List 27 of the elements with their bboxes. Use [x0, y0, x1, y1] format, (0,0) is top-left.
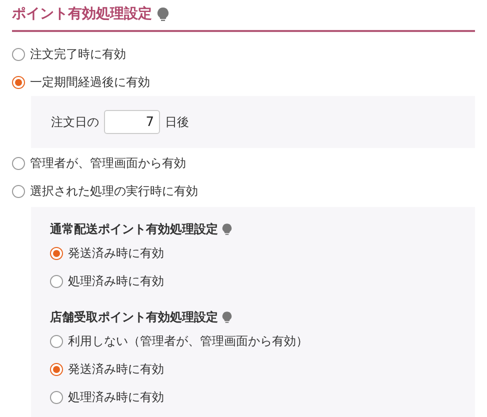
option-label: 処理済み時に有効: [68, 388, 164, 406]
days-input[interactable]: 7: [104, 110, 160, 134]
group-title: 店舗受取ポイント有効処理設定: [50, 308, 218, 326]
radio-button[interactable]: [50, 334, 63, 348]
option-label: 一定期間経過後に有効: [30, 74, 150, 90]
field-label: 注文日の: [51, 114, 99, 130]
field-suffix: 日後: [165, 114, 189, 130]
hint-icon[interactable]: [222, 223, 232, 235]
option-label: 注文完了時に有効: [30, 46, 126, 62]
hint-icon[interactable]: [222, 311, 232, 323]
option-label: 管理者が、管理画面から有効: [30, 154, 186, 172]
radio-button[interactable]: [12, 48, 25, 60]
radio-button[interactable]: [50, 274, 63, 288]
hint-icon[interactable]: [157, 7, 169, 21]
option-label: 処理済み時に有効: [68, 272, 164, 290]
option-label: 利用しない（管理者が、管理画面から有効）: [68, 332, 308, 350]
option-label: 選択された処理の実行時に有効: [30, 182, 198, 200]
option-label: 発送済み時に有効: [68, 360, 164, 378]
radio-button[interactable]: [12, 76, 25, 88]
radio-button[interactable]: [12, 184, 25, 198]
radio-button[interactable]: [50, 362, 63, 376]
group-title: 通常配送ポイント有効処理設定: [50, 220, 218, 238]
section-title: ポイント有効処理設定: [12, 5, 152, 23]
radio-button[interactable]: [50, 246, 63, 260]
radio-button[interactable]: [12, 156, 25, 170]
option-label: 発送済み時に有効: [68, 244, 164, 262]
radio-button[interactable]: [50, 390, 63, 404]
